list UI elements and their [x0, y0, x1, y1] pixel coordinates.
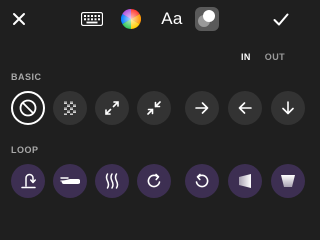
loop-slide-button[interactable]: [53, 164, 87, 198]
zoom-in-icon: [147, 101, 161, 115]
effect-slide-right-button[interactable]: [185, 91, 219, 125]
color-wheel-icon: [121, 9, 141, 29]
done-button[interactable]: [266, 4, 296, 34]
loop-perspective-left-button[interactable]: [228, 164, 262, 198]
loop-rotate-ccw-button[interactable]: [185, 164, 219, 198]
loop-bounce-button[interactable]: [11, 164, 45, 198]
effect-slide-down-button[interactable]: [271, 91, 305, 125]
section-label-loop: LOOP: [11, 145, 39, 155]
toolbar: Aa: [0, 0, 300, 38]
close-icon: [13, 13, 25, 25]
wave-icon: [105, 173, 119, 189]
loop-effects-row: [0, 164, 305, 198]
effect-slide-left-button[interactable]: [228, 91, 262, 125]
effects-icon: [195, 7, 219, 31]
checkmark-icon: [273, 13, 289, 25]
effect-fade-button[interactable]: [53, 91, 87, 125]
section-label-basic: BASIC: [11, 72, 42, 82]
slide-left-icon: [238, 102, 252, 114]
loop-perspective-down-button[interactable]: [271, 164, 305, 198]
bounce-icon: [21, 173, 36, 189]
effect-none-button[interactable]: [11, 91, 45, 125]
perspective-down-icon: [281, 175, 295, 187]
slide-loop-icon: [60, 177, 80, 185]
keyboard-icon: [81, 12, 103, 26]
effects-button[interactable]: [192, 4, 222, 34]
effect-zoom-out-button[interactable]: [95, 91, 129, 125]
in-out-tabs: IN OUT: [234, 52, 292, 62]
text-style-button[interactable]: Aa: [155, 4, 189, 34]
loop-wave-button[interactable]: [95, 164, 129, 198]
effect-zoom-in-button[interactable]: [137, 91, 171, 125]
color-button[interactable]: [116, 4, 146, 34]
perspective-left-icon: [239, 174, 251, 188]
tab-in[interactable]: IN: [234, 52, 258, 62]
tab-out[interactable]: OUT: [258, 52, 292, 62]
close-button[interactable]: [4, 4, 34, 34]
none-icon: [19, 99, 37, 117]
rotate-clockwise-icon: [147, 173, 161, 188]
zoom-out-icon: [105, 101, 119, 115]
rotate-counterclockwise-icon: [195, 173, 209, 188]
loop-rotate-cw-button[interactable]: [137, 164, 171, 198]
fade-icon: [64, 101, 76, 115]
text-style-icon: Aa: [161, 9, 183, 28]
basic-effects-row: [0, 91, 305, 125]
slide-right-icon: [195, 102, 209, 114]
keyboard-button[interactable]: [77, 4, 107, 34]
slide-down-icon: [282, 101, 294, 115]
